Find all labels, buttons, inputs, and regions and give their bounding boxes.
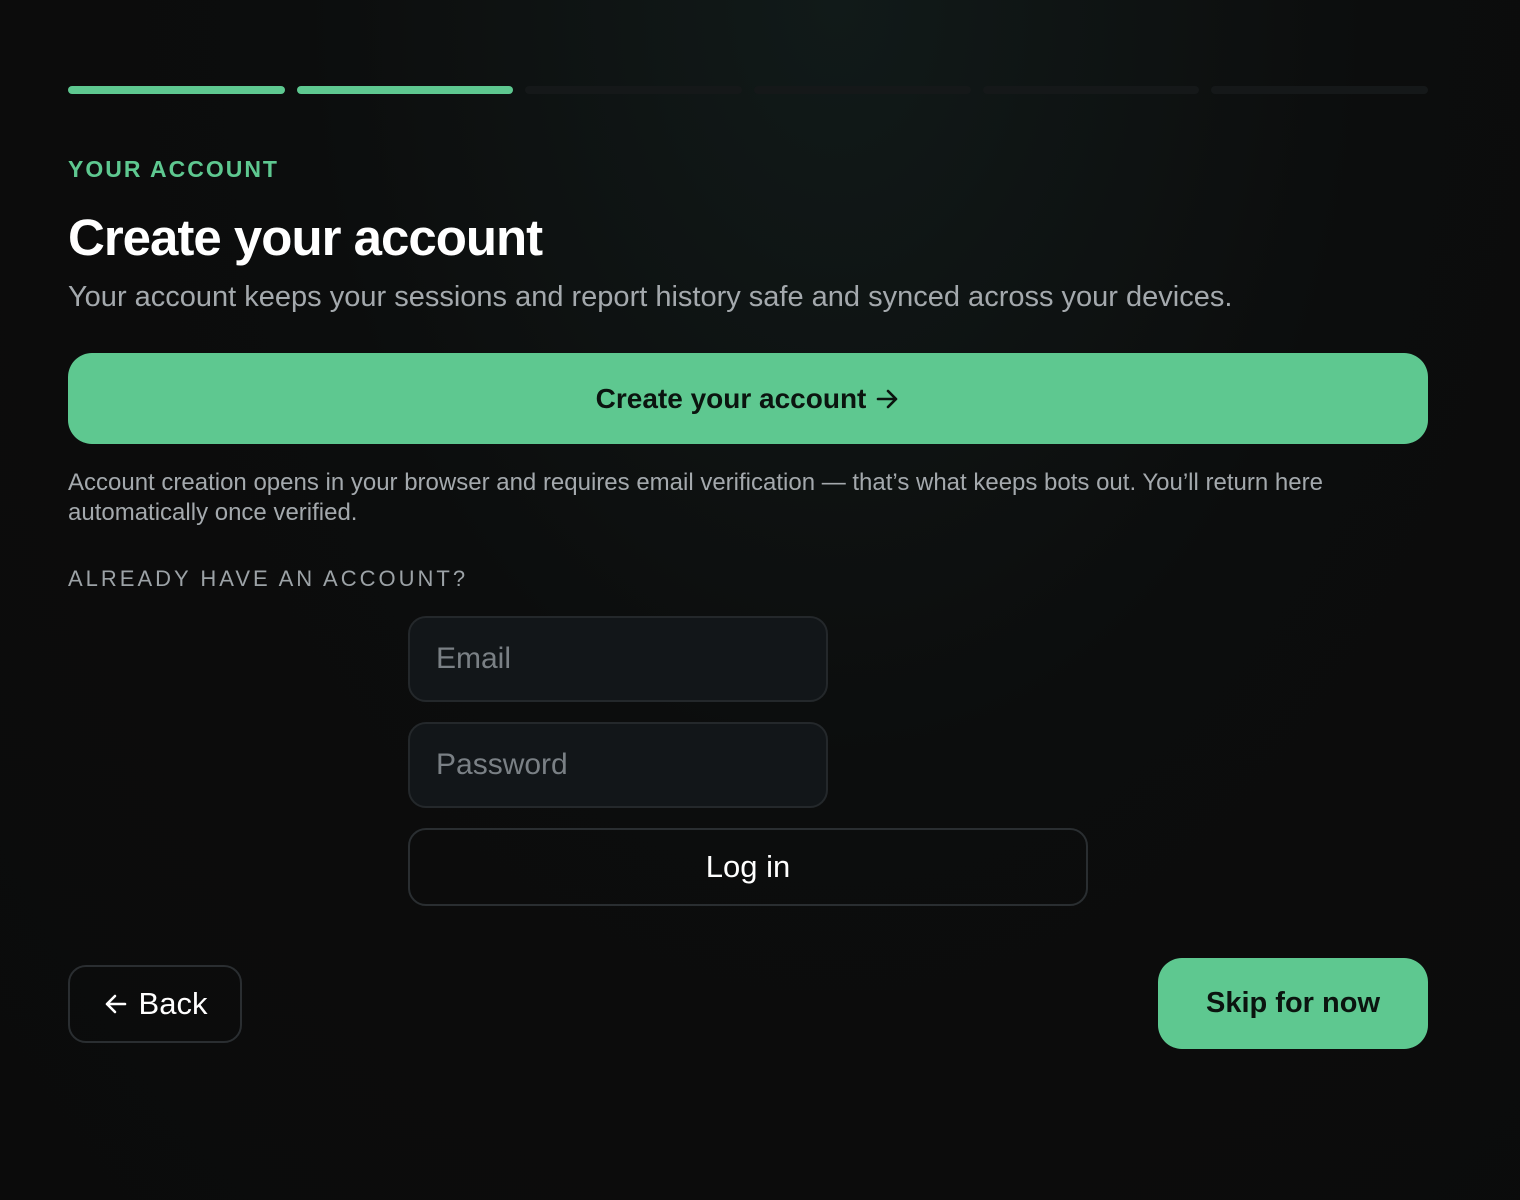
step-progress-bar <box>68 86 1429 94</box>
back-button-label: Back <box>138 986 208 1021</box>
arrow-right-icon <box>876 388 900 410</box>
onboarding-page: YOUR ACCOUNT Create your account Your ac… <box>0 0 1520 1200</box>
password-input[interactable] <box>408 722 828 808</box>
progress-segment <box>525 86 743 94</box>
skip-button[interactable]: Skip for now <box>1158 958 1428 1049</box>
create-account-button-label: Create your account <box>595 382 867 414</box>
progress-segment <box>982 86 1200 94</box>
create-account-button[interactable]: Create your account <box>68 353 1428 444</box>
page-subtitle: Your account keeps your sessions and rep… <box>68 281 1233 313</box>
step-eyebrow: YOUR ACCOUNT <box>68 156 279 182</box>
progress-segment <box>68 86 285 94</box>
progress-segment <box>754 86 971 94</box>
progress-segment <box>296 86 514 94</box>
login-button[interactable]: Log in <box>408 828 1088 906</box>
verification-note: Account creation opens in your browser a… <box>68 469 1323 526</box>
arrow-left-icon <box>103 993 127 1015</box>
page-title: Create your account <box>68 209 543 266</box>
login-section-label: ALREADY HAVE AN ACCOUNT? <box>68 566 469 591</box>
progress-segment <box>1211 86 1429 94</box>
back-button[interactable]: Back <box>68 965 242 1043</box>
email-input[interactable] <box>408 616 828 702</box>
